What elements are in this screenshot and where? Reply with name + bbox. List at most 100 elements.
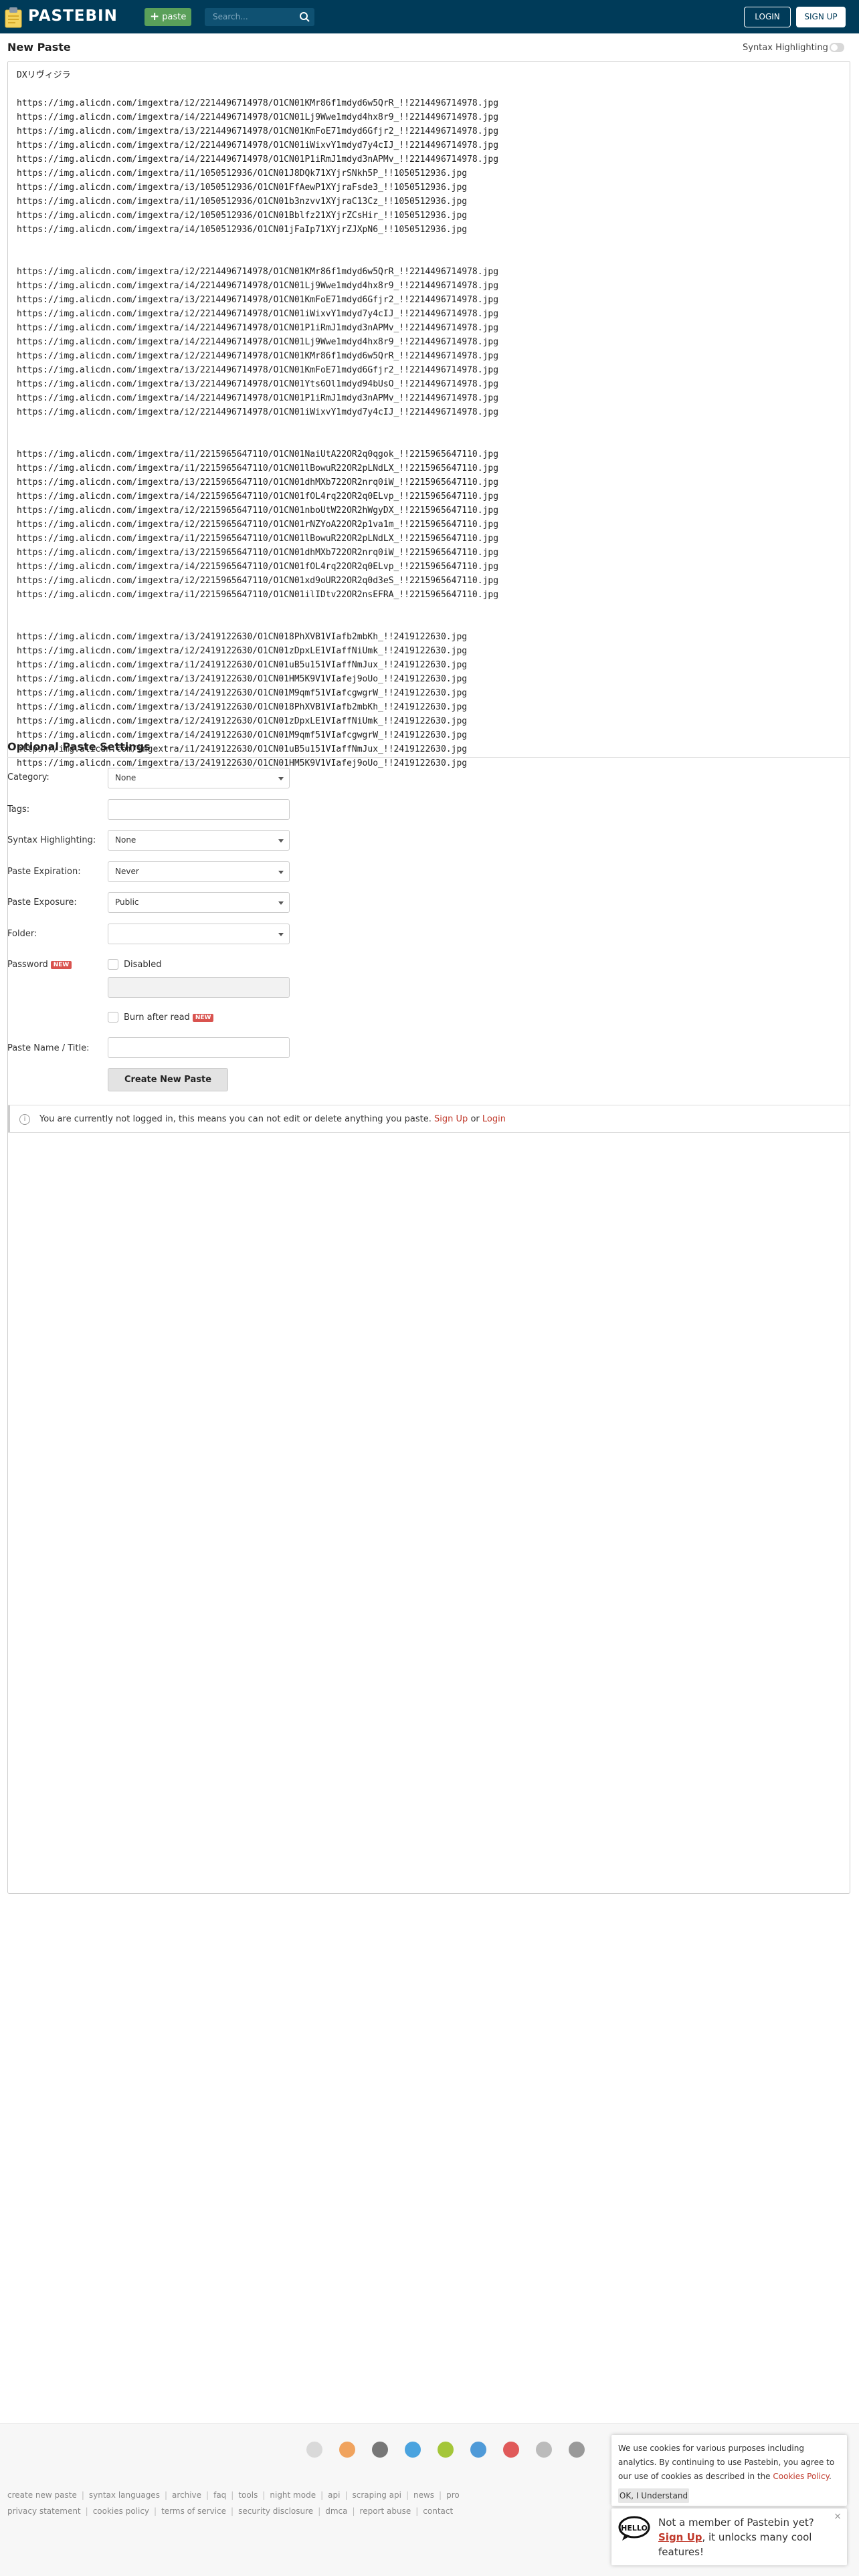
folder-select[interactable] [108,924,290,944]
promo-signup-link[interactable]: Sign Up [658,2531,702,2543]
footer-link[interactable]: syntax languages [89,2490,160,2500]
new-paste-button[interactable]: + paste [145,8,191,26]
not-logged-in-notice: i You are currently not logged in, this … [7,1105,850,1133]
cookie-banner: We use cookies for various purposes incl… [611,2435,847,2506]
divider [7,757,850,758]
plus-icon: + [150,10,160,23]
footer-link[interactable]: scraping api [353,2490,401,2500]
signup-button[interactable]: SIGN UP [796,7,846,27]
cookie-accept-button[interactable]: OK, I Understand [618,2488,689,2503]
promo-text: Not a member of Pastebin yet? Sign Up, it… [658,2515,826,2559]
paste-line: https://img.alicdn.com/imgextra/i1/22159… [17,463,499,473]
footer-link[interactable]: terms of service [161,2506,226,2516]
syntax-highlighting-toggle[interactable] [830,43,844,52]
notice-message: You are currently not logged in, this me… [39,1114,432,1124]
paste-line: DXリヴィジラ [17,70,71,80]
paste-line: https://img.alicdn.com/imgextra/i2/22144… [17,140,499,150]
paste-line: https://img.alicdn.com/imgextra/i3/22144… [17,379,499,389]
syntax-highlighting-toggle-label: Syntax Highlighting [743,43,828,53]
paste-line [17,419,498,433]
footer-link[interactable]: create new paste [7,2490,77,2500]
windows-icon[interactable] [405,2442,421,2458]
password-input[interactable] [108,977,290,998]
footer-link[interactable]: contact [423,2506,453,2516]
signup-promo: HELLO Not a member of Pastebin yet? Sign … [611,2508,847,2565]
password-label: Password NEW [7,960,72,970]
logo-text[interactable]: PASTEBIN [28,7,118,25]
svg-text:HELLO: HELLO [621,2524,648,2533]
link-separator: | [439,2490,442,2500]
login-button[interactable]: LOGIN [744,7,791,27]
chevron-down-icon [278,777,284,780]
footer-link[interactable]: api [328,2490,340,2500]
search-box[interactable]: Search... [205,8,314,26]
syntax-highlighting-select[interactable]: None [108,830,290,851]
paste-line: https://img.alicdn.com/imgextra/i2/22159… [17,506,499,516]
paste-line: https://img.alicdn.com/imgextra/i4/24191… [17,688,468,698]
footer-link[interactable]: cookies policy [93,2506,149,2516]
page-title: New Paste [7,41,71,53]
footer-link[interactable]: archive [172,2490,201,2500]
footer-links-primary: create new paste | syntax languages | archiv… [7,2490,460,2500]
paste-line: https://img.alicdn.com/imgextra/i2/22144… [17,267,499,277]
notice-login-link[interactable]: Login [482,1114,506,1124]
paste-line: https://img.alicdn.com/imgextra/i4/22144… [17,337,499,347]
link-separator: | [164,2490,167,2500]
pastebin-logo-icon[interactable] [4,6,24,28]
safari-icon[interactable] [536,2442,552,2458]
password-enable-checkbox[interactable] [108,959,118,970]
app-icon[interactable] [569,2442,585,2458]
tags-label: Tags: [7,804,30,815]
paste-expiration-label: Paste Expiration: [7,867,81,877]
paste-line: https://img.alicdn.com/imgextra/i2/22144… [17,98,499,108]
paste-exposure-label: Paste Exposure: [7,897,77,907]
paste-expiration-select[interactable]: Never [108,861,290,882]
link-separator: | [345,2490,348,2500]
new-badge: NEW [50,961,72,969]
android-icon[interactable] [438,2442,454,2458]
create-new-paste-button[interactable]: Create New Paste [108,1068,228,1091]
tags-input[interactable] [108,799,290,820]
footer-link[interactable]: dmca [325,2506,347,2516]
cookies-policy-link[interactable]: Cookies Policy [773,2472,829,2481]
password-label-text: Password [7,960,48,970]
category-select[interactable]: None [108,768,290,788]
search-input[interactable]: Search... [213,12,248,21]
firefox-icon[interactable] [339,2442,355,2458]
close-icon[interactable]: × [834,2511,842,2522]
notice-signup-link[interactable]: Sign Up [434,1114,468,1124]
new-paste-label: paste [162,12,187,22]
paste-exposure-value: Public [115,897,139,907]
paste-exposure-select[interactable]: Public [108,892,290,913]
paste-line: https://img.alicdn.com/imgextra/i2/22144… [17,309,499,319]
notice-text: You are currently not logged in, this me… [39,1114,506,1124]
link-separator: | [320,2490,324,2500]
apple-icon[interactable] [372,2442,388,2458]
footer-link[interactable]: news [413,2490,434,2500]
edge-icon[interactable] [470,2442,486,2458]
paste-line [17,237,498,251]
paste-line: https://img.alicdn.com/imgextra/i4/22144… [17,393,499,403]
footer-link[interactable]: faq [213,2490,226,2500]
cookie-text: We use cookies for various purposes incl… [618,2444,835,2481]
footer-link[interactable]: pro [446,2490,460,2500]
paste-line: https://img.alicdn.com/imgextra/i2/22159… [17,576,499,586]
footer-link[interactable]: privacy statement [7,2506,81,2516]
info-icon: i [19,1114,30,1125]
paste-name-input[interactable] [108,1037,290,1058]
paste-line: https://img.alicdn.com/imgextra/i2/22144… [17,351,499,361]
chrome-icon[interactable] [306,2442,322,2458]
footer-link[interactable]: report abuse [360,2506,411,2516]
burn-after-read-checkbox[interactable] [108,1012,118,1023]
footer-link[interactable]: tools [238,2490,258,2500]
link-separator: | [318,2506,321,2516]
chevron-down-icon [278,933,284,936]
footer-link[interactable]: night mode [270,2490,316,2500]
search-icon[interactable] [294,8,314,26]
opera-icon[interactable] [503,2442,519,2458]
paste-line: https://img.alicdn.com/imgextra/i1/22159… [17,449,499,459]
paste-line: https://img.alicdn.com/imgextra/i1/10505… [17,169,468,179]
syntax-highlighting-value: None [115,835,136,845]
footer-link[interactable]: security disclosure [238,2506,313,2516]
paste-line [17,602,498,616]
